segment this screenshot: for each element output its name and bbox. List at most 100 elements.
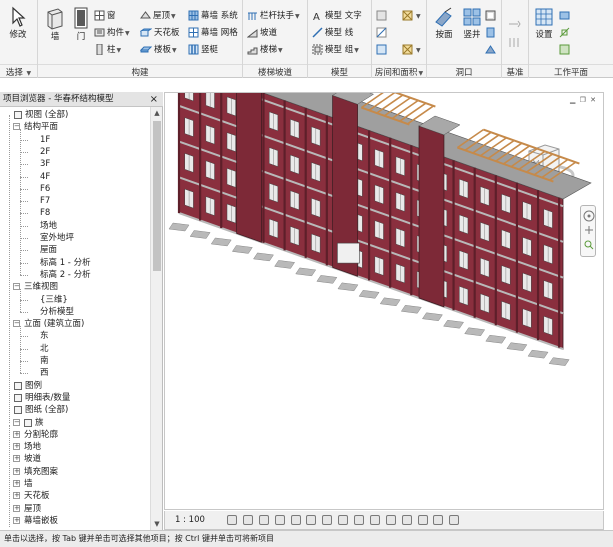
expand-icon[interactable]: + — [13, 443, 20, 451]
roof-button[interactable]: 屋顶▼ — [140, 9, 176, 24]
tree-node-family-ceilings[interactable]: 天花板 — [24, 490, 50, 502]
area-button[interactable]: ▼ — [402, 9, 421, 24]
wall-opening-button[interactable] — [485, 9, 498, 24]
show-workplane-button[interactable] — [559, 9, 572, 24]
tree-node-family-fill-patterns[interactable]: 填充图案 — [24, 466, 58, 478]
temp-hide-icon[interactable] — [354, 515, 364, 525]
tree-node-outdoor-grade[interactable]: 室外地坪 — [40, 232, 74, 244]
3d-view-canvas[interactable]: ▁ ❐ ✕ 前 — [164, 92, 604, 510]
tree-node-elevation-east[interactable]: 东 — [40, 330, 49, 342]
constraints-icon[interactable] — [433, 515, 444, 525]
collapse-icon[interactable]: − — [13, 418, 20, 426]
tree-node-level-f6[interactable]: F6 — [40, 183, 50, 195]
tree-node-level-f8[interactable]: F8 — [40, 207, 50, 219]
door-button[interactable]: 门 — [68, 6, 94, 42]
set-workplane-button[interactable]: 设置 — [531, 6, 557, 40]
component-button[interactable]: 构件▼ — [94, 26, 130, 41]
grid-button[interactable] — [508, 36, 523, 51]
collapse-icon[interactable]: − — [13, 123, 20, 131]
expand-icon[interactable]: + — [13, 430, 20, 438]
ref-plane-button[interactable] — [559, 26, 572, 41]
close-icon[interactable]: × — [150, 92, 158, 107]
column-button[interactable]: 柱▼ — [94, 43, 121, 58]
expand-icon[interactable]: + — [13, 467, 20, 475]
tree-node-level-2-analytical[interactable]: 标高 2 - 分析 — [40, 269, 91, 281]
tree-node-level-f7[interactable]: F7 — [40, 195, 50, 207]
ramp-button[interactable]: 坡道 — [246, 26, 277, 41]
tree-node-family-ramps[interactable]: 坡道 — [24, 453, 41, 465]
scroll-down-icon[interactable]: ▼ — [151, 518, 163, 530]
tree-node-views-all[interactable]: 视图 (全部) — [25, 109, 68, 121]
window-button[interactable]: 窗 — [94, 9, 116, 24]
tree-node-3d-view-default[interactable]: {三维} — [40, 294, 68, 306]
mullion-button[interactable]: 竖梃 — [188, 43, 218, 58]
tree-node-elevation-south[interactable]: 南 — [40, 355, 49, 367]
tree-node-family-roofs[interactable]: 屋顶 — [24, 503, 41, 515]
tree-node-site[interactable]: 场地 — [40, 220, 57, 232]
shadows-icon[interactable] — [274, 515, 285, 525]
tree-node-sheets-all[interactable]: 图纸 (全部) — [25, 404, 68, 416]
model-line-button[interactable]: 模型 线 — [312, 26, 353, 41]
select-group-title[interactable]: 选择 ▼ — [0, 64, 37, 78]
tree-node-roof-plan[interactable]: 屋面 — [40, 244, 57, 256]
expand-icon[interactable]: + — [13, 480, 20, 487]
tree-node-elevation-north[interactable]: 北 — [40, 343, 49, 355]
modify-button[interactable]: 修改 — [5, 6, 31, 40]
view-scale[interactable]: 1 : 100 — [175, 514, 205, 527]
dormer-opening-button[interactable] — [485, 43, 498, 58]
expand-icon[interactable]: + — [13, 504, 20, 512]
viewer-button[interactable] — [559, 43, 572, 58]
lock-view-icon[interactable] — [338, 515, 349, 525]
room-tag-button[interactable] — [376, 43, 389, 58]
room-separator-button[interactable] — [376, 26, 389, 41]
ceiling-button[interactable]: 天花板 — [139, 26, 180, 41]
stair-button[interactable]: 楼梯▼ — [247, 43, 283, 58]
tree-node-elevations[interactable]: 立面 (建筑立面) — [24, 318, 84, 330]
reveal-hidden-icon[interactable] — [369, 515, 380, 525]
tree-node-level-2f[interactable]: 2F — [40, 146, 50, 158]
model-text-button[interactable]: A 模型 文字 — [312, 9, 362, 24]
worksharing-icon[interactable] — [385, 515, 396, 525]
tree-node-3d-views[interactable]: 三维视图 — [24, 281, 58, 293]
expand-icon[interactable]: + — [13, 455, 20, 463]
tree-node-family-curtain-panels[interactable]: 幕墙嵌板 — [24, 515, 58, 527]
analytical-model-icon[interactable] — [401, 515, 412, 525]
tree-node-level-1-analytical[interactable]: 标高 1 - 分析 — [40, 257, 91, 269]
tree-node-family-profiles[interactable]: 分割轮廓 — [24, 429, 58, 441]
scrollbar-thumb[interactable] — [153, 121, 161, 271]
tree-node-family-site[interactable]: 场地 — [24, 441, 41, 453]
building-model-3d[interactable] — [165, 93, 603, 509]
room-area-group-title[interactable]: 房间和面积▼ — [372, 64, 426, 78]
curtain-grid-button[interactable]: 幕墙 网格 — [188, 26, 238, 41]
wall-button[interactable]: 墙 — [42, 6, 68, 42]
tree-node-analytical-model[interactable]: 分析模型 — [40, 306, 74, 318]
tree-node-level-3f[interactable]: 3F — [40, 158, 50, 170]
shaft-button[interactable]: 竖井 — [459, 6, 485, 40]
collapse-icon[interactable]: − — [13, 283, 20, 291]
curtain-system-button[interactable]: 幕墙 系统 — [188, 9, 238, 24]
sun-path-icon[interactable] — [258, 515, 269, 525]
tree-node-family-walls[interactable]: 墙 — [24, 478, 33, 490]
tree-node-schedules[interactable]: 明细表/数量 — [25, 392, 70, 404]
railing-button[interactable]: 栏杆扶手▼ — [247, 9, 300, 24]
collapse-icon[interactable]: − — [13, 320, 20, 328]
by-face-button[interactable]: 按面 — [431, 6, 457, 40]
level-button[interactable] — [508, 18, 523, 33]
show-crop-region-icon[interactable] — [322, 515, 333, 525]
visual-style-icon[interactable] — [242, 515, 253, 525]
highlight-displacement-icon[interactable] — [417, 515, 428, 525]
pin-icon[interactable] — [449, 515, 460, 525]
tree-node-families[interactable]: 族 — [35, 417, 44, 429]
tree-node-level-1f[interactable]: 1F — [40, 134, 50, 146]
expand-icon[interactable]: + — [13, 492, 20, 500]
floor-button[interactable]: 楼板▼ — [139, 43, 177, 58]
vertical-opening-button[interactable] — [485, 26, 498, 41]
scroll-up-icon[interactable]: ▲ — [151, 107, 163, 119]
tree-node-level-4f[interactable]: 4F — [40, 171, 50, 183]
room-button[interactable] — [376, 9, 389, 24]
tree-node-elevation-west[interactable]: 西 — [40, 367, 49, 379]
crop-view-icon[interactable] — [306, 515, 317, 525]
tree-node-structural-plans[interactable]: 结构平面 — [24, 121, 58, 133]
area-boundary-button[interactable]: ▼ — [402, 43, 421, 58]
tree-node-legends[interactable]: 图例 — [25, 380, 42, 392]
